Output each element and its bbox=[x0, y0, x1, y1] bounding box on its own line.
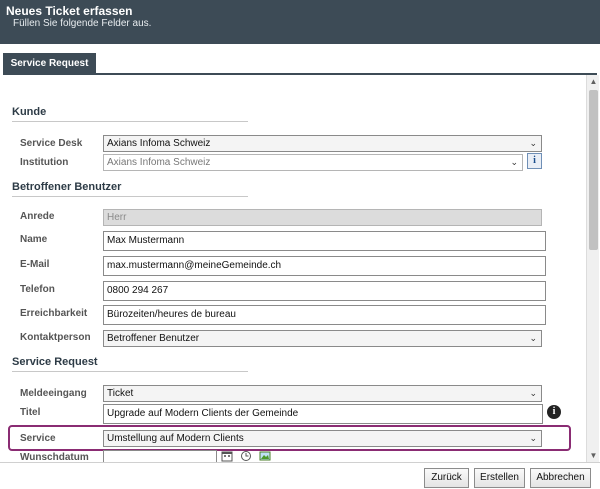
section-divider bbox=[12, 196, 248, 197]
titel-value: Upgrade auf Modern Clients der Gemeinde bbox=[107, 408, 299, 419]
section-service-request: Service Request bbox=[12, 356, 98, 368]
section-betroffener-benutzer: Betroffener Benutzer bbox=[12, 181, 122, 193]
info-icon[interactable]: i bbox=[527, 153, 542, 169]
institution-value: Axians Infoma Schweiz bbox=[107, 157, 211, 168]
chevron-down-icon: ⌄ bbox=[529, 333, 537, 343]
scroll-thumb[interactable] bbox=[589, 90, 598, 250]
label-service-desk: Service Desk bbox=[20, 138, 83, 149]
info-icon[interactable]: i bbox=[547, 405, 561, 419]
back-button[interactable]: Zurück bbox=[424, 468, 469, 488]
telefon-value: 0800 294 267 bbox=[107, 285, 169, 296]
chevron-down-icon: ⌄ bbox=[510, 157, 518, 167]
label-institution: Institution bbox=[20, 157, 69, 168]
label-titel: Titel bbox=[20, 407, 41, 418]
section-divider bbox=[12, 121, 248, 122]
service-desk-value: Axians Infoma Schweiz bbox=[107, 138, 211, 149]
erreichbarkeit-input[interactable]: Bürozeiten/heures de bureau bbox=[103, 305, 546, 325]
dialog-subtitle: Füllen Sie folgende Felder aus. bbox=[13, 18, 152, 29]
dialog-title: Neues Ticket erfassen bbox=[6, 4, 133, 18]
label-kontaktperson: Kontaktperson bbox=[20, 332, 91, 343]
service-desk-select[interactable]: Axians Infoma Schweiz ⌄ bbox=[103, 135, 542, 152]
erreichbarkeit-value: Bürozeiten/heures de bureau bbox=[107, 309, 236, 320]
scroll-up-icon[interactable]: ▲ bbox=[587, 75, 600, 88]
institution-select[interactable]: Axians Infoma Schweiz ⌄ bbox=[103, 154, 523, 171]
section-kunde: Kunde bbox=[12, 106, 47, 118]
dialog-footer: Zurück Erstellen Abbrechen bbox=[0, 462, 600, 489]
meldeeingang-value: Ticket bbox=[107, 388, 134, 399]
service-highlight bbox=[8, 425, 571, 451]
dialog-header: Neues Ticket erfassen Füllen Sie folgend… bbox=[0, 0, 600, 44]
anrede-select: Herr bbox=[103, 209, 542, 226]
name-input[interactable]: Max Mustermann bbox=[103, 231, 546, 251]
image-icon[interactable] bbox=[259, 450, 271, 462]
cancel-button[interactable]: Abbrechen bbox=[530, 468, 591, 488]
kontaktperson-value: Betroffener Benutzer bbox=[107, 333, 200, 344]
label-erreichbarkeit: Erreichbarkeit bbox=[20, 308, 88, 319]
label-email: E-Mail bbox=[20, 259, 50, 270]
wunschdatum-input[interactable] bbox=[103, 450, 217, 462]
create-button[interactable]: Erstellen bbox=[474, 468, 525, 488]
scrollbar[interactable]: ▲ ▼ bbox=[586, 75, 599, 462]
name-value: Max Mustermann bbox=[107, 235, 185, 246]
chevron-down-icon: ⌄ bbox=[529, 138, 537, 148]
label-name: Name bbox=[20, 234, 48, 245]
email-value: max.mustermann@meineGemeinde.ch bbox=[107, 260, 282, 271]
label-anrede: Anrede bbox=[20, 211, 55, 222]
tab-service-request[interactable]: Service Request bbox=[3, 53, 96, 74]
label-telefon: Telefon bbox=[20, 284, 55, 295]
section-divider bbox=[12, 371, 248, 372]
chevron-down-icon: ⌄ bbox=[529, 388, 537, 398]
telefon-input[interactable]: 0800 294 267 bbox=[103, 281, 546, 301]
tab-bar: Service Request bbox=[0, 44, 600, 74]
anrede-value: Herr bbox=[107, 212, 127, 223]
label-meldeeingang: Meldeeingang bbox=[20, 388, 87, 399]
email-input[interactable]: max.mustermann@meineGemeinde.ch bbox=[103, 256, 546, 276]
titel-input[interactable]: Upgrade auf Modern Clients der Gemeinde bbox=[103, 404, 543, 424]
scroll-down-icon[interactable]: ▼ bbox=[587, 449, 600, 462]
kontaktperson-select[interactable]: Betroffener Benutzer ⌄ bbox=[103, 330, 542, 347]
tab-underline bbox=[3, 73, 597, 75]
meldeeingang-select[interactable]: Ticket ⌄ bbox=[103, 385, 542, 402]
clock-icon[interactable] bbox=[240, 450, 252, 462]
calendar-icon[interactable] bbox=[221, 450, 233, 462]
